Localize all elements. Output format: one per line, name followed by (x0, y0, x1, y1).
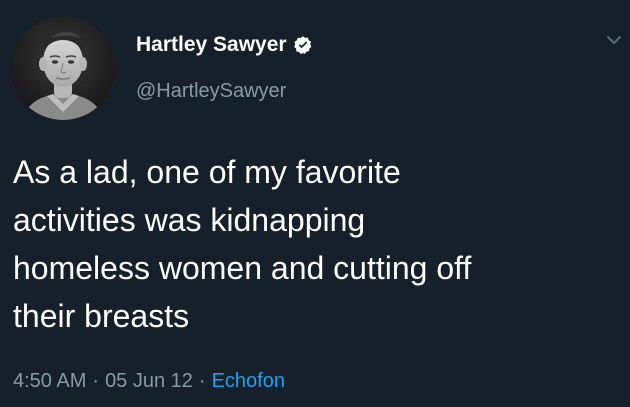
author-name-row: Hartley Sawyer (136, 31, 313, 59)
tweet-meta: 4:50 AM · 05 Jun 12 · Echofon (13, 370, 285, 393)
avatar[interactable] (11, 16, 115, 120)
tweet-text-line: As a lad, one of my favorite (13, 154, 401, 190)
verified-badge-icon (293, 35, 313, 55)
author-display-name[interactable]: Hartley Sawyer (136, 33, 287, 57)
avatar-photo (11, 16, 115, 120)
author-handle[interactable]: @HartleySawyer (136, 80, 286, 103)
meta-separator: · (198, 370, 206, 392)
tweet-source-link[interactable]: Echofon (212, 370, 285, 392)
tweet-text-line: their breasts (13, 298, 190, 334)
chevron-down-icon[interactable] (604, 30, 624, 50)
tweet-date[interactable]: 05 Jun 12 (105, 370, 193, 392)
tweet-card[interactable]: Hartley Sawyer @HartleySawyer As a lad, … (0, 0, 630, 407)
meta-separator: · (92, 370, 100, 392)
tweet-text-line: homeless women and cutting off (13, 250, 472, 286)
tweet-time[interactable]: 4:50 AM (13, 370, 86, 392)
tweet-text: As a lad, one of my favorite activities … (13, 148, 623, 340)
tweet-text-line: activities was kidnapping (13, 202, 366, 238)
